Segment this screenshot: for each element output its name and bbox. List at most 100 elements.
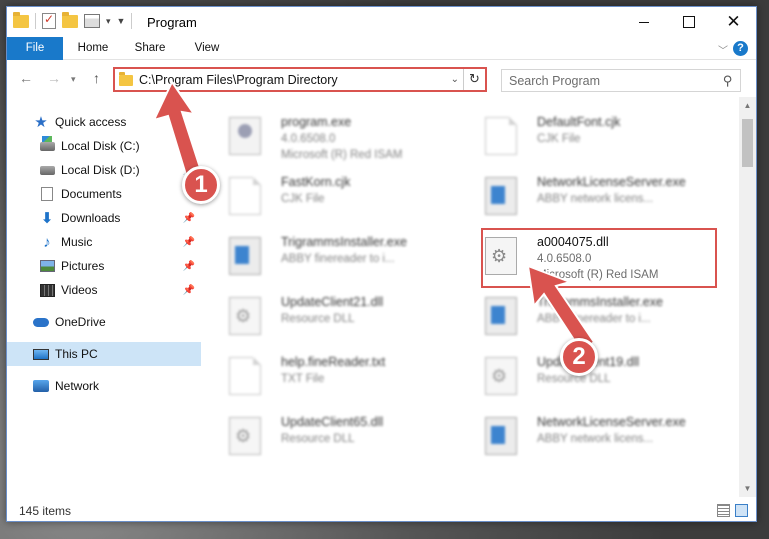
qat-customize-icon[interactable]: ▼ bbox=[117, 16, 126, 26]
vertical-scrollbar[interactable]: ▲ ▼ bbox=[739, 97, 756, 497]
file-name: TrigrammsInstaller.exe bbox=[281, 235, 407, 249]
file-detail: CJK File bbox=[537, 133, 581, 145]
videos-icon bbox=[39, 283, 55, 297]
details-view-icon[interactable] bbox=[717, 504, 730, 517]
maximize-button[interactable] bbox=[666, 7, 711, 37]
new-folder-icon[interactable] bbox=[62, 11, 78, 28]
sidebar-item-pictures[interactable]: Pictures 📌 bbox=[7, 254, 201, 278]
music-icon: ♪ bbox=[43, 233, 51, 251]
chevron-down-icon[interactable]: ▾ bbox=[106, 16, 111, 27]
window-controls: ✕ bbox=[621, 7, 756, 37]
file-icon bbox=[229, 177, 261, 215]
file-tile[interactable]: FastKorn.cjk CJK File bbox=[203, 167, 443, 219]
sidebar-item-onedrive[interactable]: OneDrive bbox=[7, 310, 201, 334]
sidebar-item-network[interactable]: Network bbox=[7, 374, 201, 398]
dll-gear-icon bbox=[229, 417, 261, 455]
file-tile[interactable]: UpdateClient65.dll Resource DLL bbox=[203, 407, 443, 459]
refresh-icon[interactable]: ↻ bbox=[463, 69, 485, 90]
tiles-view-icon[interactable] bbox=[735, 504, 748, 517]
search-input[interactable]: Search Program bbox=[509, 74, 600, 88]
close-button[interactable]: ✕ bbox=[711, 7, 756, 37]
sidebar-item-music[interactable]: ♪ Music 📌 bbox=[7, 230, 201, 254]
drive-icon bbox=[39, 135, 55, 153]
file-detail: Resource DLL bbox=[281, 313, 355, 325]
recent-locations-chevron-icon[interactable]: ▾ bbox=[71, 74, 76, 85]
file-detail: TXT File bbox=[281, 373, 325, 385]
sidebar-item-label: OneDrive bbox=[55, 315, 106, 329]
customize-view-icon[interactable] bbox=[84, 14, 100, 28]
search-box[interactable]: Search Program ⚲ bbox=[501, 69, 741, 92]
sidebar-item-downloads[interactable]: ⬇ Downloads 📌 bbox=[7, 206, 201, 230]
file-name: help.fineReader.txt bbox=[281, 355, 386, 369]
file-name: UpdateClient21.dll bbox=[281, 295, 384, 309]
file-tile[interactable]: UpdateClient21.dll Resource DLL bbox=[203, 287, 443, 339]
sidebar-item-this-pc[interactable]: This PC bbox=[7, 342, 201, 366]
file-detail: ABBY network licens... bbox=[537, 193, 654, 205]
file-tile[interactable]: help.fineReader.txt TXT File bbox=[203, 347, 443, 399]
status-bar: 145 items bbox=[7, 499, 756, 521]
download-icon: ⬇ bbox=[40, 210, 54, 227]
sidebar-item-label: Documents bbox=[61, 187, 122, 201]
tab-share[interactable]: Share bbox=[129, 37, 171, 60]
file-tile[interactable]: NetworkLicenseServer.exe ABBY network li… bbox=[459, 167, 699, 219]
back-arrow-icon[interactable]: ← bbox=[19, 70, 33, 86]
tab-home[interactable]: Home bbox=[71, 37, 115, 60]
ribbon-tabs: File Home Share View ﹀ ? bbox=[7, 37, 756, 60]
sidebar-item-label: This PC bbox=[55, 347, 98, 361]
file-tile[interactable]: TrigrammsInstaller.exe ABBY finereader t… bbox=[203, 227, 443, 279]
sidebar-item-label: Pictures bbox=[61, 259, 105, 273]
step-badge-1: 1 bbox=[182, 166, 220, 204]
file-name: FastKorn.cjk bbox=[281, 175, 351, 189]
scroll-down-icon[interactable]: ▼ bbox=[739, 480, 756, 497]
sidebar-item-label: Network bbox=[55, 379, 100, 393]
navigation-bar: ← → ▾ ↑ C:\Program Files\Program Directo… bbox=[7, 61, 756, 97]
file-detail: ABBY finereader to i... bbox=[281, 253, 395, 265]
toolbar-separator bbox=[131, 13, 133, 29]
title-bar: ▾ ▼ Program ✕ bbox=[7, 7, 756, 37]
expand-ribbon-icon[interactable]: ﹀ bbox=[718, 42, 728, 57]
search-icon[interactable]: ⚲ bbox=[723, 73, 733, 89]
app-icon bbox=[485, 297, 517, 335]
file-explorer-window: ▾ ▼ Program ✕ File Home Share View ﹀ ? ←… bbox=[6, 6, 757, 522]
file-detail: CJK File bbox=[281, 193, 325, 205]
tab-file[interactable]: File bbox=[7, 37, 63, 60]
file-detail: 4.0.6508.0 bbox=[281, 133, 336, 145]
file-detail: Resource DLL bbox=[281, 433, 355, 445]
document-icon bbox=[39, 187, 55, 201]
star-icon: ★ bbox=[34, 114, 48, 131]
item-count: 145 items bbox=[19, 504, 72, 518]
file-tile[interactable]: NetworkLicenseServer.exe ABBY network li… bbox=[459, 407, 699, 459]
dll-gear-icon bbox=[485, 357, 517, 395]
toolbar-separator bbox=[35, 13, 36, 29]
scroll-thumb[interactable] bbox=[742, 119, 753, 167]
cloud-icon bbox=[33, 315, 49, 329]
help-icon[interactable]: ? bbox=[733, 41, 748, 56]
folder-icon bbox=[13, 11, 29, 28]
sidebar-item-label: Quick access bbox=[55, 115, 127, 129]
pin-icon[interactable]: 📌 bbox=[183, 261, 195, 272]
file-tile[interactable]: DefaultFont.cjk CJK File bbox=[459, 107, 699, 159]
file-tile[interactable]: program.exe 4.0.6508.0 Microsoft (R) Red… bbox=[203, 107, 443, 161]
network-icon bbox=[33, 379, 49, 393]
quick-access-toolbar: ▾ ▼ bbox=[13, 11, 133, 29]
pin-icon[interactable]: 📌 bbox=[183, 285, 195, 296]
properties-check-icon[interactable] bbox=[42, 12, 56, 29]
chevron-down-icon[interactable]: ⌄ bbox=[451, 74, 459, 85]
app-icon bbox=[229, 237, 261, 275]
sidebar-item-label: Local Disk (D:) bbox=[61, 163, 140, 177]
app-icon bbox=[485, 177, 517, 215]
scroll-up-icon[interactable]: ▲ bbox=[739, 97, 756, 114]
forward-arrow-icon[interactable]: → bbox=[47, 70, 61, 86]
pin-icon[interactable]: 📌 bbox=[183, 213, 195, 224]
file-name: program.exe bbox=[281, 115, 352, 129]
exe-icon bbox=[229, 117, 261, 155]
step-badge-2: 2 bbox=[560, 338, 598, 376]
up-arrow-icon[interactable]: ↑ bbox=[93, 70, 100, 86]
minimize-button[interactable] bbox=[621, 7, 666, 37]
sidebar-item-label: Downloads bbox=[61, 211, 121, 225]
sidebar-item-videos[interactable]: Videos 📌 bbox=[7, 278, 201, 302]
tab-view[interactable]: View bbox=[187, 37, 227, 60]
file-icon bbox=[229, 357, 261, 395]
file-name: DefaultFont.cjk bbox=[537, 115, 621, 129]
pin-icon[interactable]: 📌 bbox=[183, 237, 195, 248]
